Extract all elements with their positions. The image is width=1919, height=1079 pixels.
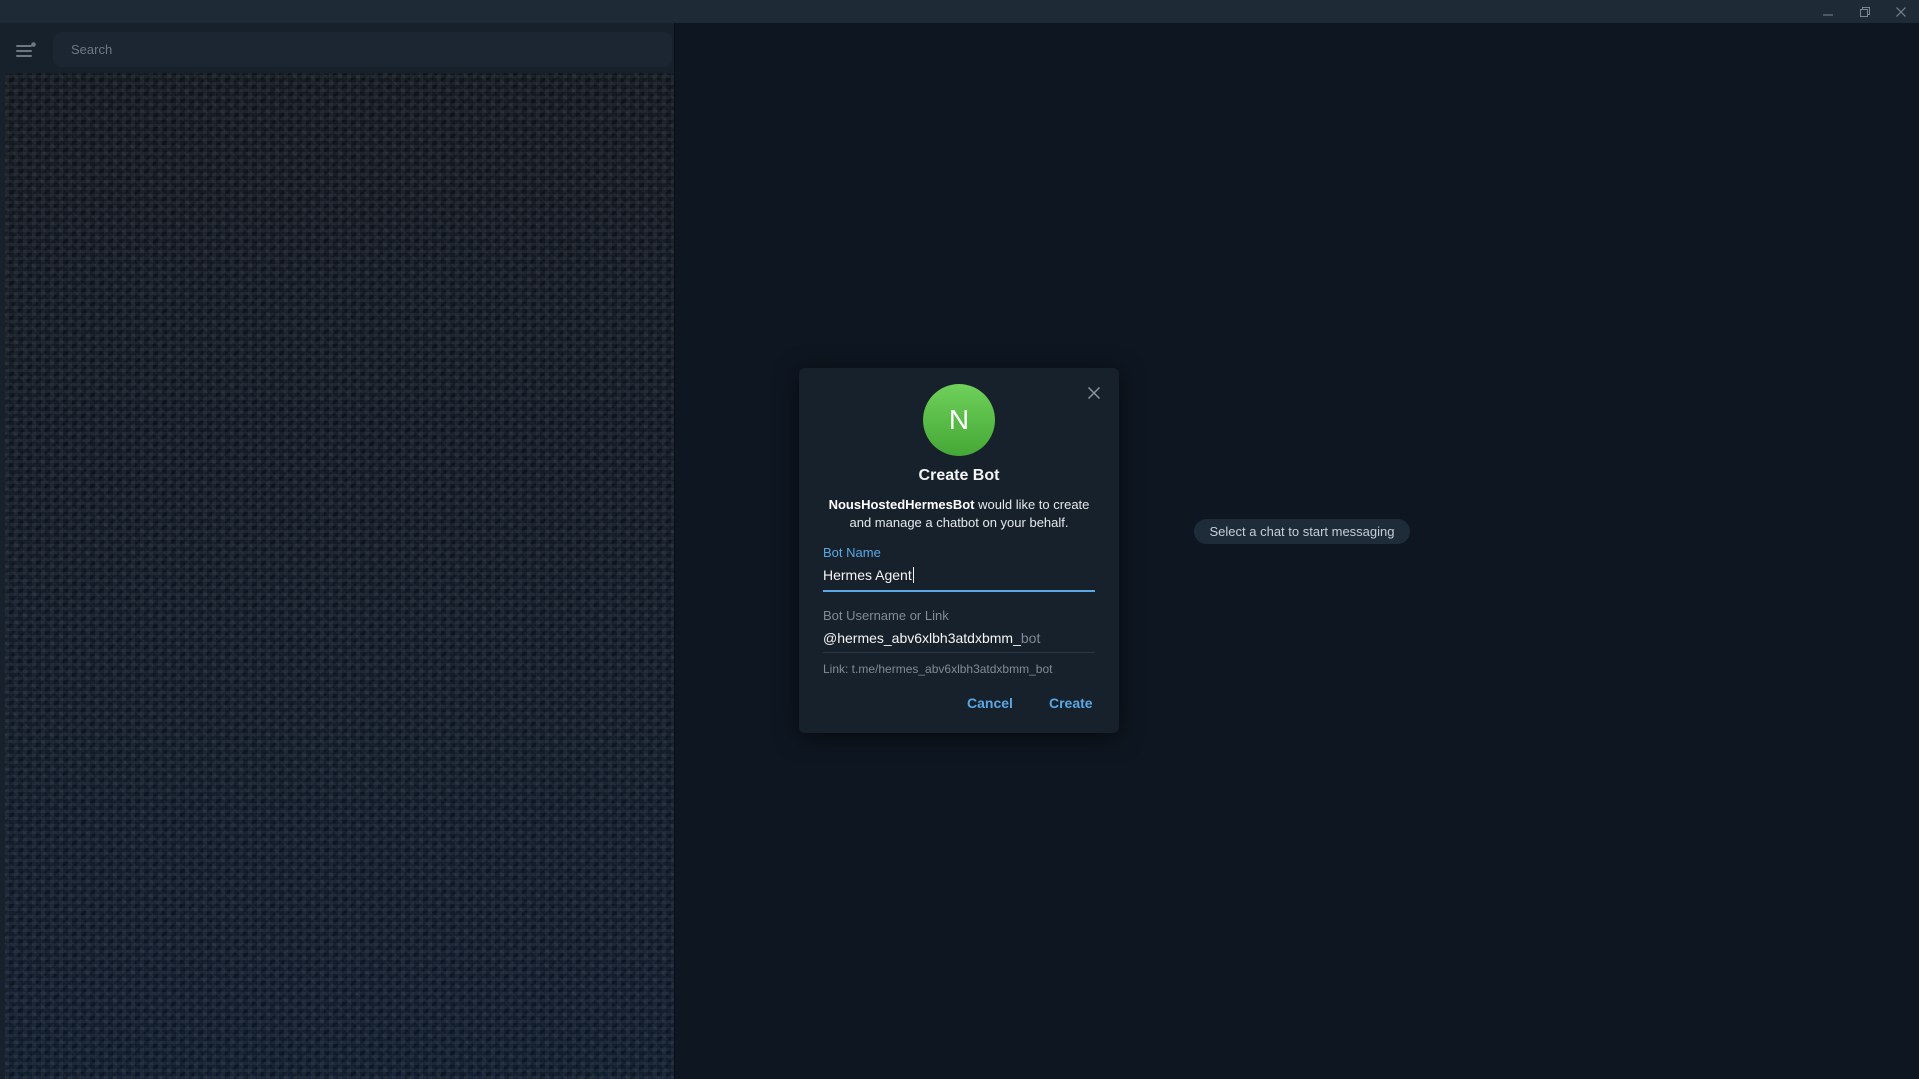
bot-name-underline [823, 590, 1095, 592]
text-caret [912, 567, 914, 583]
column-divider [674, 23, 675, 1079]
dialog-description: NousHostedHermesBot would like to create… [819, 496, 1099, 532]
username-suffix: bot [1020, 630, 1041, 646]
username-value: @hermes_abv6xlbh3atdxbmm_ [823, 630, 1021, 646]
create-bot-dialog: N Create Bot NousHostedHermesBot would l… [799, 368, 1119, 733]
bot-link-text: Link: t.me/hermes_abv6xlbh3atdxbmm_bot [823, 662, 1053, 676]
avatar-letter: N [948, 404, 970, 435]
search-input[interactable] [69, 41, 672, 58]
username-input[interactable]: @hermes_abv6xlbh3atdxbmm_ bot [823, 627, 1095, 649]
search-box[interactable] [53, 32, 672, 67]
hamburger-menu-icon[interactable] [15, 39, 37, 61]
cancel-button[interactable]: Cancel [967, 695, 1013, 711]
create-button[interactable]: Create [1049, 695, 1093, 711]
requester-name: NousHostedHermesBot [828, 497, 975, 512]
minimize-icon[interactable] [1810, 0, 1846, 23]
maximize-icon[interactable] [1847, 0, 1883, 23]
username-label: Bot Username or Link [823, 608, 949, 623]
bot-name-value: Hermes Agent [823, 567, 912, 583]
empty-state-message: Select a chat to start messaging [1194, 519, 1410, 544]
bot-avatar: N [923, 384, 995, 456]
dialog-title: Create Bot [918, 467, 1000, 484]
close-icon[interactable] [1883, 0, 1919, 23]
username-underline [823, 652, 1095, 653]
title-bar [0, 0, 1919, 23]
bot-name-label: Bot Name [823, 545, 881, 560]
dialog-close-icon[interactable] [1083, 382, 1105, 404]
bot-name-input[interactable]: Hermes Agent [823, 564, 1095, 586]
chat-list-blurred [5, 73, 674, 1079]
